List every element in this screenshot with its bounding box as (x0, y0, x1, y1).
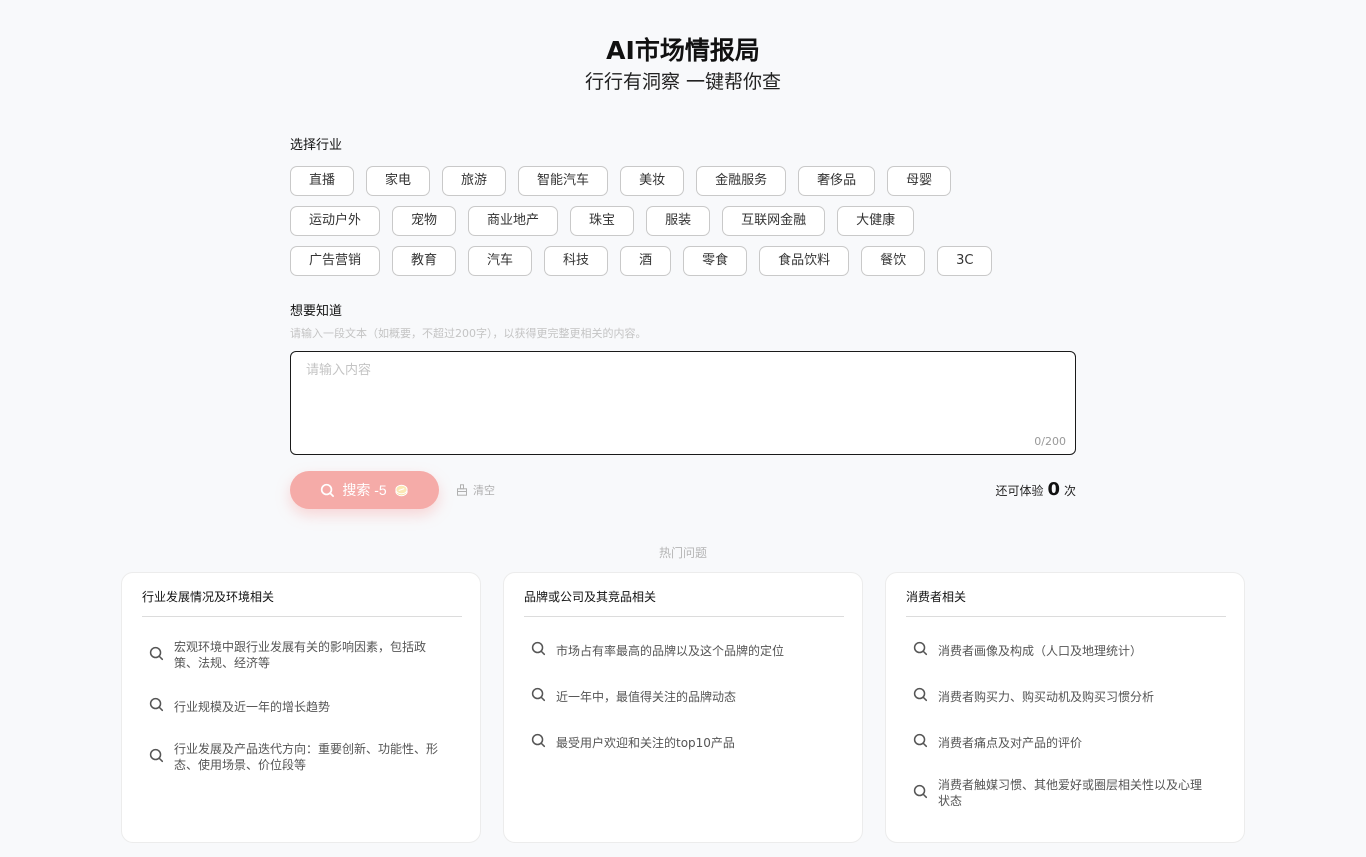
card-divider (524, 616, 844, 617)
search-button-label: 搜索 -5 (342, 482, 387, 498)
remaining-prefix: 还可体验 (995, 484, 1044, 498)
query-textarea[interactable] (291, 352, 1075, 454)
industry-tag[interactable]: 商业地产 (468, 206, 559, 236)
hot-question-text: 消费者触媒习惯、其他爱好或圈层相关性以及心理状态 (938, 778, 1203, 808)
search-icon (149, 697, 164, 716)
industry-tag[interactable]: 3C (937, 246, 993, 276)
clear-button-label: 清空 (473, 484, 495, 497)
search-icon (531, 733, 546, 752)
hot-question-text: 消费者画像及构成（人口及地理统计） (938, 643, 1143, 658)
hot-question-text: 市场占有率最高的品牌以及这个品牌的定位 (556, 643, 785, 658)
industry-tag-row: 运动户外 宠物 商业地产 珠宝 服装 互联网金融 大健康 (290, 206, 915, 236)
industry-tag[interactable]: 教育 (392, 246, 457, 276)
hot-question-item[interactable]: 消费者购买力、购买动机及购买习惯分析 (913, 687, 1213, 706)
industry-tag[interactable]: 零食 (683, 246, 748, 276)
industry-tag[interactable]: 广告营销 (290, 246, 381, 276)
hot-question-card: 行业发展情况及环境相关宏观环境中跟行业发展有关的影响因素，包括政策、法规、经济等… (121, 572, 481, 843)
hot-question-item[interactable]: 消费者触媒习惯、其他爱好或圈层相关性以及心理状态 (913, 777, 1213, 809)
hot-question-item[interactable]: 近一年中，最值得关注的品牌动态 (531, 687, 831, 706)
remaining-suffix: 次 (1063, 484, 1076, 498)
search-icon (913, 687, 928, 706)
industry-tag[interactable]: 科技 (544, 246, 609, 276)
query-textarea-box: 0/200 (290, 351, 1076, 455)
card-title: 行业发展情况及环境相关 (142, 590, 275, 604)
page-subtitle: 行行有洞察 一键帮你查 (584, 71, 782, 93)
industry-tag-row: 直播 家电 旅游 智能汽车 美妆 金融服务 奢侈品 母婴 (290, 166, 952, 196)
hot-question-text: 行业发展及产品迭代方向：重要创新、功能性、形态、使用场景、价位段等 (174, 742, 439, 772)
hot-question-text: 近一年中，最值得关注的品牌动态 (556, 689, 737, 704)
remaining-number: 0 (1047, 479, 1060, 500)
hot-question-item[interactable]: 最受用户欢迎和关注的top10产品 (531, 733, 831, 752)
card-divider (142, 616, 462, 617)
clear-button[interactable]: 清空 (456, 482, 495, 498)
industry-tag[interactable]: 母婴 (887, 166, 952, 196)
industry-tag-row: 广告营销 教育 汽车 科技酒零食 食品饮料 餐饮 3C (290, 246, 993, 276)
search-icon (913, 641, 928, 660)
industry-tag[interactable]: 家电 (366, 166, 431, 196)
industry-tag[interactable]: 智能汽车 (518, 166, 609, 196)
industry-tag[interactable]: 直播 (290, 166, 355, 196)
hot-question-text: 行业规模及近一年的增长趋势 (174, 699, 331, 714)
industry-tag[interactable]: 奢侈品 (798, 166, 876, 196)
search-icon (149, 748, 164, 767)
page-title: AI市场情报局 (606, 36, 760, 65)
industry-tag[interactable]: 旅游 (442, 166, 507, 196)
industry-tag[interactable]: 服装 (646, 206, 711, 236)
industry-tag[interactable]: 宠物 (392, 206, 457, 236)
industry-tag[interactable]: 食品饮料 (759, 246, 850, 276)
hot-question-text: 最受用户欢迎和关注的top10产品 (556, 735, 735, 750)
industry-tag[interactable]: 美妆 (620, 166, 685, 196)
industry-tag[interactable]: 运动户外 (290, 206, 381, 236)
industry-tag[interactable]: 互联网金融 (722, 206, 826, 236)
hot-question-card: 消费者相关消费者画像及构成（人口及地理统计） 消费者购买力、购买动机及购买习惯分析… (885, 572, 1245, 843)
industry-tag[interactable]: 金融服务 (696, 166, 787, 196)
search-icon (913, 784, 928, 803)
char-counter: 0/200 (1034, 435, 1066, 448)
card-title: 品牌或公司及其竞品相关 (524, 590, 657, 604)
industry-tag[interactable]: 大健康 (837, 206, 915, 236)
hot-question-item[interactable]: 行业发展及产品迭代方向：重要创新、功能性、形态、使用场景、价位段等 (149, 741, 449, 773)
industry-label: 选择行业 (290, 138, 343, 153)
search-icon (149, 646, 164, 665)
card-title: 消费者相关 (906, 590, 967, 604)
industry-tag[interactable]: 汽车 (468, 246, 533, 276)
hot-question-item[interactable]: 消费者画像及构成（人口及地理统计） (913, 641, 1213, 660)
query-hint: 请输入一段文本（如概要，不超过200字），以获得更完整更相关的内容。 (290, 327, 647, 340)
industry-tag[interactable]: 酒 (620, 246, 672, 276)
search-icon (531, 687, 546, 706)
brush-icon (457, 484, 467, 496)
page: AI市场情报局 行行有洞察 一键帮你查 选择行业 直播 家电 旅游 智能汽车 美妆 金融服… (0, 0, 1366, 857)
search-icon (531, 641, 546, 660)
hot-question-item[interactable]: 行业规模及近一年的增长趋势 (149, 697, 449, 716)
hot-question-card: 品牌或公司及其竞品相关市场占有率最高的品牌以及这个品牌的定位 近一年中，最值得关注… (503, 572, 863, 843)
hot-questions-label: 热门问题 (658, 546, 707, 560)
coin-icon (395, 484, 408, 496)
card-divider (906, 616, 1226, 617)
search-button[interactable]: 搜索 -5 (290, 471, 439, 509)
remaining-count: 还可体验 0 次 (995, 479, 1076, 500)
search-icon (913, 733, 928, 752)
hot-question-item[interactable]: 宏观环境中跟行业发展有关的影响因素，包括政策、法规、经济等 (149, 639, 449, 671)
query-label: 想要知道 (290, 304, 343, 319)
hot-question-text: 消费者痛点及对产品的评价 (938, 735, 1083, 750)
hot-question-text: 消费者购买力、购买动机及购买习惯分析 (938, 689, 1155, 704)
hot-question-text: 宏观环境中跟行业发展有关的影响因素，包括政策、法规、经济等 (174, 640, 427, 670)
industry-tag[interactable]: 餐饮 (861, 246, 926, 276)
industry-tag[interactable]: 珠宝 (570, 206, 635, 236)
hot-question-item[interactable]: 消费者痛点及对产品的评价 (913, 733, 1213, 752)
search-icon (321, 483, 335, 497)
hot-question-item[interactable]: 市场占有率最高的品牌以及这个品牌的定位 (531, 641, 831, 660)
